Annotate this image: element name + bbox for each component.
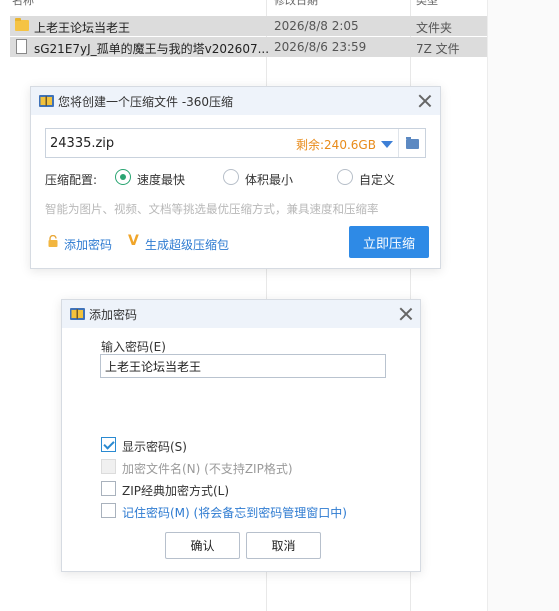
archive-app-icon [39, 95, 54, 107]
dropdown-arrow-icon[interactable] [381, 141, 393, 148]
column-header: 名称 修改日期 类型 [0, 0, 487, 8]
archive-app-icon [70, 308, 85, 320]
file-date: 2026/8/6 23:59 [274, 40, 367, 54]
zip-classic-encryption-label[interactable]: ZIP经典加密方式(L) [122, 482, 229, 499]
file-name: sG21E7yJ_孤单的魔王与我的塔v202607... [34, 42, 270, 56]
close-icon[interactable] [398, 306, 414, 322]
folder-icon [406, 137, 419, 149]
radio-fastest[interactable] [115, 169, 131, 185]
radio-custom[interactable] [337, 169, 353, 185]
compression-hint: 智能为图片、视频、文档等挑选最优压缩方式，兼具速度和压缩率 [45, 202, 379, 216]
compress-now-button[interactable]: 立即压缩 [349, 226, 429, 258]
password-dialog-titlebar[interactable]: 添加密码 [62, 300, 420, 328]
compress-dialog: 您将创建一个压缩文件 -360压缩 24335.zip 剩余:240.6GB 压… [30, 86, 441, 269]
remember-password-label[interactable]: 记住密码(M) (将会备忘到密码管理窗口中) [122, 504, 347, 521]
date-column-header[interactable]: 修改日期 [274, 0, 318, 8]
ok-button[interactable]: 确认 [165, 532, 240, 559]
file-date: 2026/8/8 2:05 [274, 19, 359, 33]
add-password-link[interactable]: 添加密码 [64, 236, 112, 253]
radio-smallest-label[interactable]: 体积最小 [245, 171, 293, 188]
radio-custom-label[interactable]: 自定义 [359, 171, 395, 188]
show-password-checkbox[interactable] [101, 437, 116, 452]
add-password-dialog: 添加密码 输入密码(E) 显示密码(S) 加密文件名(N) (不支持ZIP格式)… [61, 299, 421, 572]
name-column-header[interactable]: 名称 [12, 0, 34, 8]
file-row-folder[interactable]: 上老王论坛当老王 2026/8/8 2:05 文件夹 [10, 16, 487, 36]
password-input-label: 输入密码(E) [101, 340, 166, 354]
vip-v-icon: V [128, 233, 139, 249]
close-icon[interactable] [417, 93, 433, 109]
password-dialog-title: 添加密码 [89, 308, 138, 322]
compress-dialog-titlebar[interactable]: 您将创建一个压缩文件 -360压缩 [31, 87, 440, 115]
free-space-label: 剩余:240.6GB [296, 138, 376, 152]
remember-password-checkbox[interactable] [101, 503, 116, 518]
radio-fastest-label[interactable]: 速度最快 [137, 171, 185, 188]
compress-dialog-title: 您将创建一个压缩文件 -360压缩 [58, 95, 234, 109]
archive-filename[interactable]: 24335.zip [50, 136, 114, 151]
radio-smallest[interactable] [223, 169, 239, 185]
file-name: 上老王论坛当老王 [34, 21, 131, 35]
file-type: 7Z 文件 [416, 42, 460, 56]
cancel-button[interactable]: 取消 [246, 532, 321, 559]
password-input[interactable] [100, 354, 386, 378]
compression-config-label: 压缩配置: [45, 173, 98, 187]
archive-path-field[interactable]: 24335.zip 剩余:240.6GB [45, 128, 426, 158]
show-password-label[interactable]: 显示密码(S) [122, 438, 187, 455]
side-panel [487, 0, 559, 611]
zip-classic-encryption-checkbox[interactable] [101, 481, 116, 496]
lock-icon [48, 235, 58, 247]
file-type: 文件夹 [416, 21, 453, 35]
file-row-7z[interactable]: sG21E7yJ_孤单的魔王与我的塔v202607... 2026/8/6 23… [10, 37, 487, 57]
folder-icon [15, 18, 29, 31]
type-column-header[interactable]: 类型 [416, 0, 438, 8]
encrypt-filename-checkbox[interactable] [101, 459, 116, 474]
browse-folder-button[interactable] [398, 129, 426, 157]
encrypt-filename-label: 加密文件名(N) (不支持ZIP格式) [122, 462, 293, 476]
document-icon [16, 39, 27, 54]
super-package-link[interactable]: 生成超级压缩包 [145, 236, 229, 253]
